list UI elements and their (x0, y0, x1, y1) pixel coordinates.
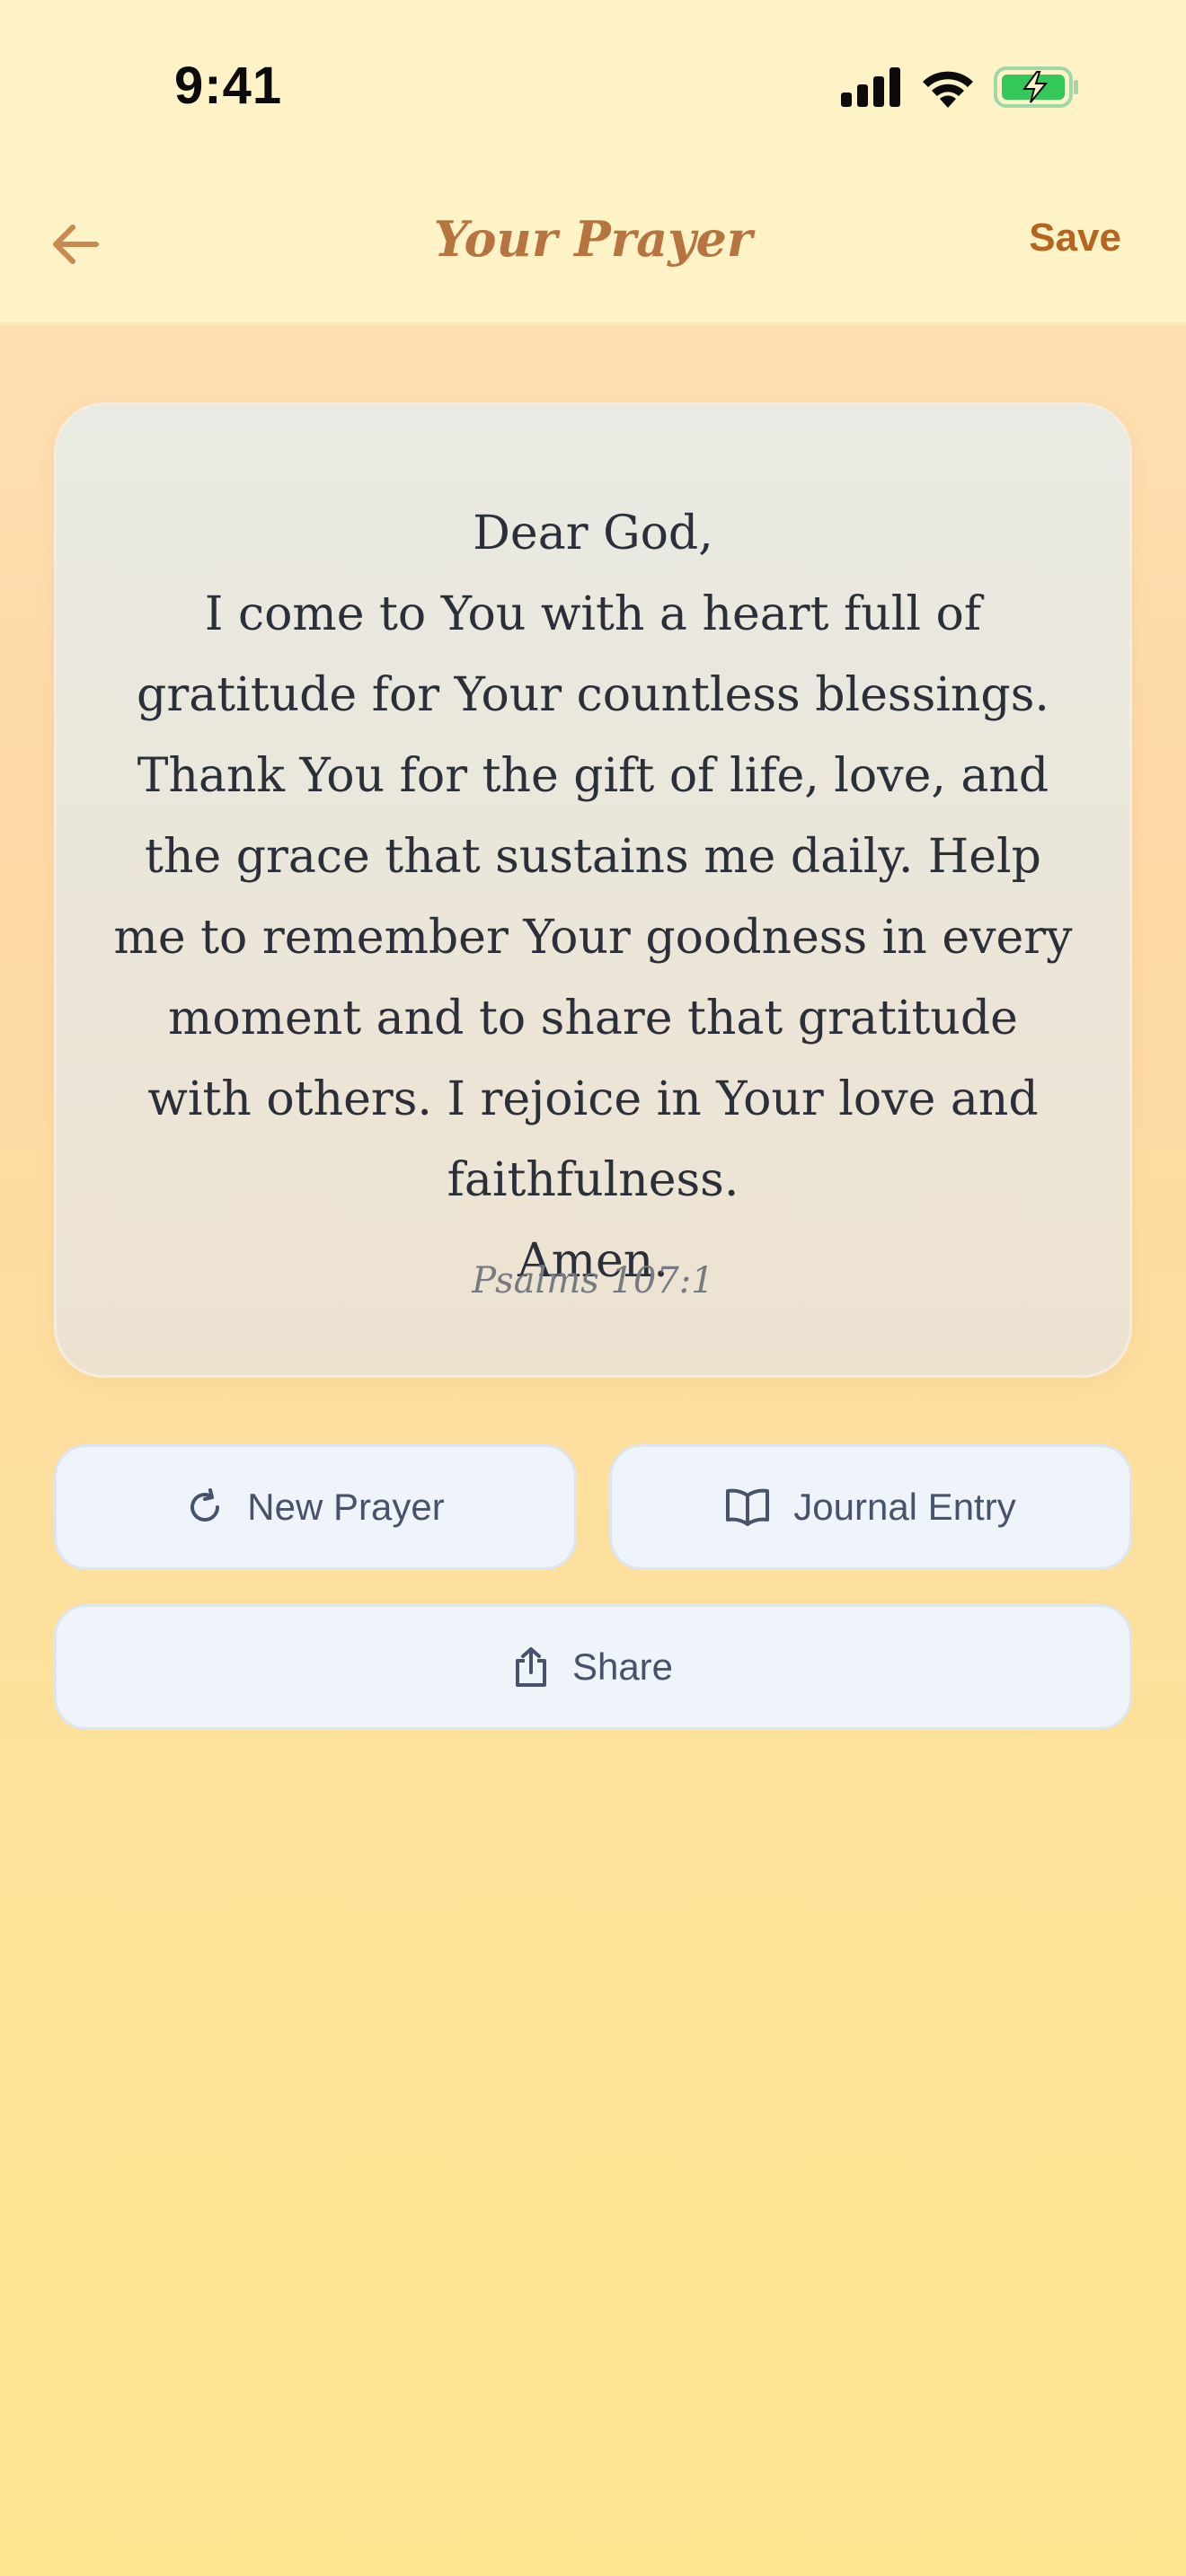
new-prayer-label: New Prayer (247, 1486, 445, 1528)
refresh-icon (186, 1488, 224, 1526)
share-icon (513, 1646, 549, 1688)
share-button[interactable]: Share (54, 1604, 1132, 1730)
save-button[interactable]: Save (1029, 216, 1121, 260)
battery-charging-icon (994, 66, 1080, 108)
nav-bar: Your Prayer Save (0, 171, 1186, 325)
book-open-icon (725, 1488, 770, 1526)
status-bar: 9:41 (0, 0, 1186, 171)
journal-entry-button[interactable]: Journal Entry (609, 1444, 1132, 1570)
scripture-reference: Psalms 107:1 (472, 1260, 714, 1301)
page-title: Your Prayer (433, 210, 753, 268)
prayer-text: Dear God, I come to You with a heart ful… (113, 507, 1073, 1288)
prayer-card: Dear God, I come to You with a heart ful… (54, 402, 1132, 1378)
cellular-signal-icon (841, 67, 902, 107)
new-prayer-button[interactable]: New Prayer (54, 1444, 577, 1570)
share-label: Share (571, 1645, 674, 1688)
journal-entry-label: Journal Entry (793, 1486, 1016, 1528)
status-time: 9:41 (174, 57, 283, 115)
wifi-icon (920, 66, 976, 108)
status-icons (841, 65, 1080, 110)
